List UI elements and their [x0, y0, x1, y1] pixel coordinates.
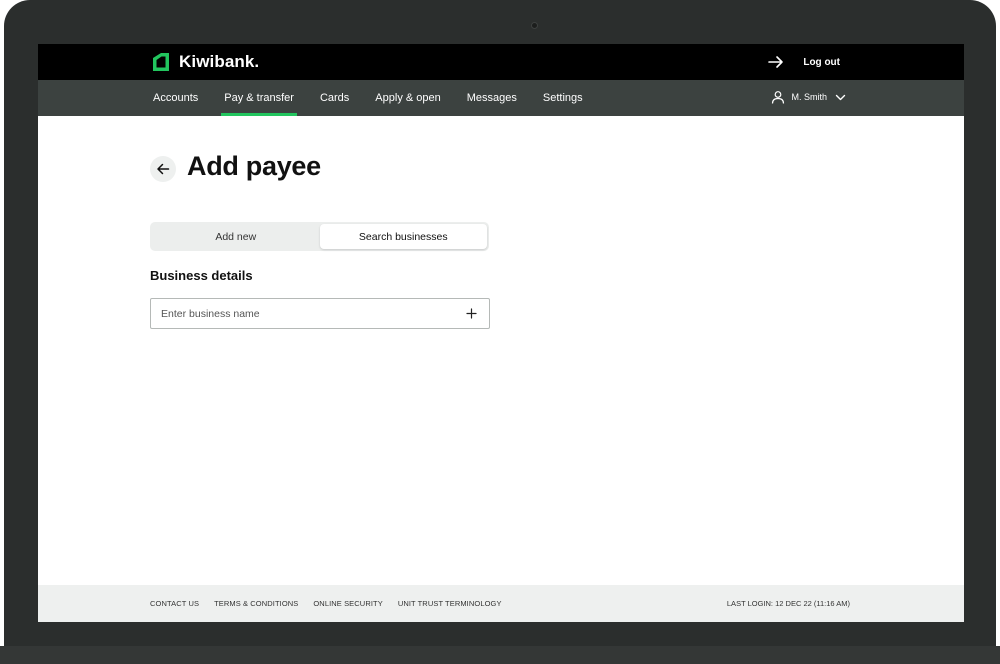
camera-icon	[531, 22, 538, 29]
nav-item-settings[interactable]: Settings	[540, 80, 586, 116]
logout-button[interactable]: Log out	[767, 53, 840, 71]
footer-link-online-security[interactable]: ONLINE SECURITY	[313, 599, 382, 608]
back-button[interactable]	[150, 156, 176, 182]
business-name-input[interactable]	[151, 299, 451, 328]
footer-links: CONTACT US TERMS & CONDITIONS ONLINE SEC…	[150, 585, 517, 622]
footer-link-contact-us[interactable]: CONTACT US	[150, 599, 199, 608]
nav-item-pay-transfer[interactable]: Pay & transfer	[221, 80, 297, 116]
nav-item-messages[interactable]: Messages	[464, 80, 520, 116]
business-name-field	[150, 298, 490, 329]
screen: Kiwibank. Log out Accounts Pay & transfe…	[38, 44, 964, 622]
tab-add-new[interactable]: Add new	[152, 224, 320, 249]
tab-search-businesses[interactable]: Search businesses	[319, 224, 487, 249]
arrow-right-icon	[768, 56, 784, 68]
chevron-down-icon	[835, 94, 846, 100]
kiwibank-logo-icon	[153, 53, 169, 71]
footer-link-terms[interactable]: TERMS & CONDITIONS	[214, 599, 298, 608]
nav-item-accounts[interactable]: Accounts	[150, 80, 201, 116]
logout-label: Log out	[803, 56, 840, 68]
last-login: LAST LOGIN: 12 DEC 22 (11:16 AM)	[726, 599, 850, 608]
footer: CONTACT US TERMS & CONDITIONS ONLINE SEC…	[38, 585, 964, 622]
page-title: Add payee	[187, 151, 321, 181]
laptop-base	[0, 646, 1000, 664]
brand-name: Kiwibank.	[179, 52, 260, 71]
user-icon	[772, 91, 785, 104]
plus-icon[interactable]	[464, 306, 479, 321]
section-heading: Business details	[150, 268, 253, 283]
brand[interactable]: Kiwibank.	[150, 51, 259, 73]
nav-item-cards[interactable]: Cards	[317, 80, 352, 116]
user-name: M. Smith	[791, 92, 827, 102]
user-menu[interactable]: M. Smith	[771, 90, 846, 104]
nav-item-apply-open[interactable]: Apply & open	[372, 80, 443, 116]
payee-type-tabs: Add new Search businesses	[150, 222, 489, 251]
nav-items: Accounts Pay & transfer Cards Apply & op…	[150, 80, 606, 116]
arrow-left-icon	[157, 163, 170, 175]
top-bar: Kiwibank. Log out	[38, 44, 964, 80]
main-nav: Accounts Pay & transfer Cards Apply & op…	[38, 80, 964, 116]
footer-link-unit-trust[interactable]: UNIT TRUST TERMINOLOGY	[398, 599, 502, 608]
